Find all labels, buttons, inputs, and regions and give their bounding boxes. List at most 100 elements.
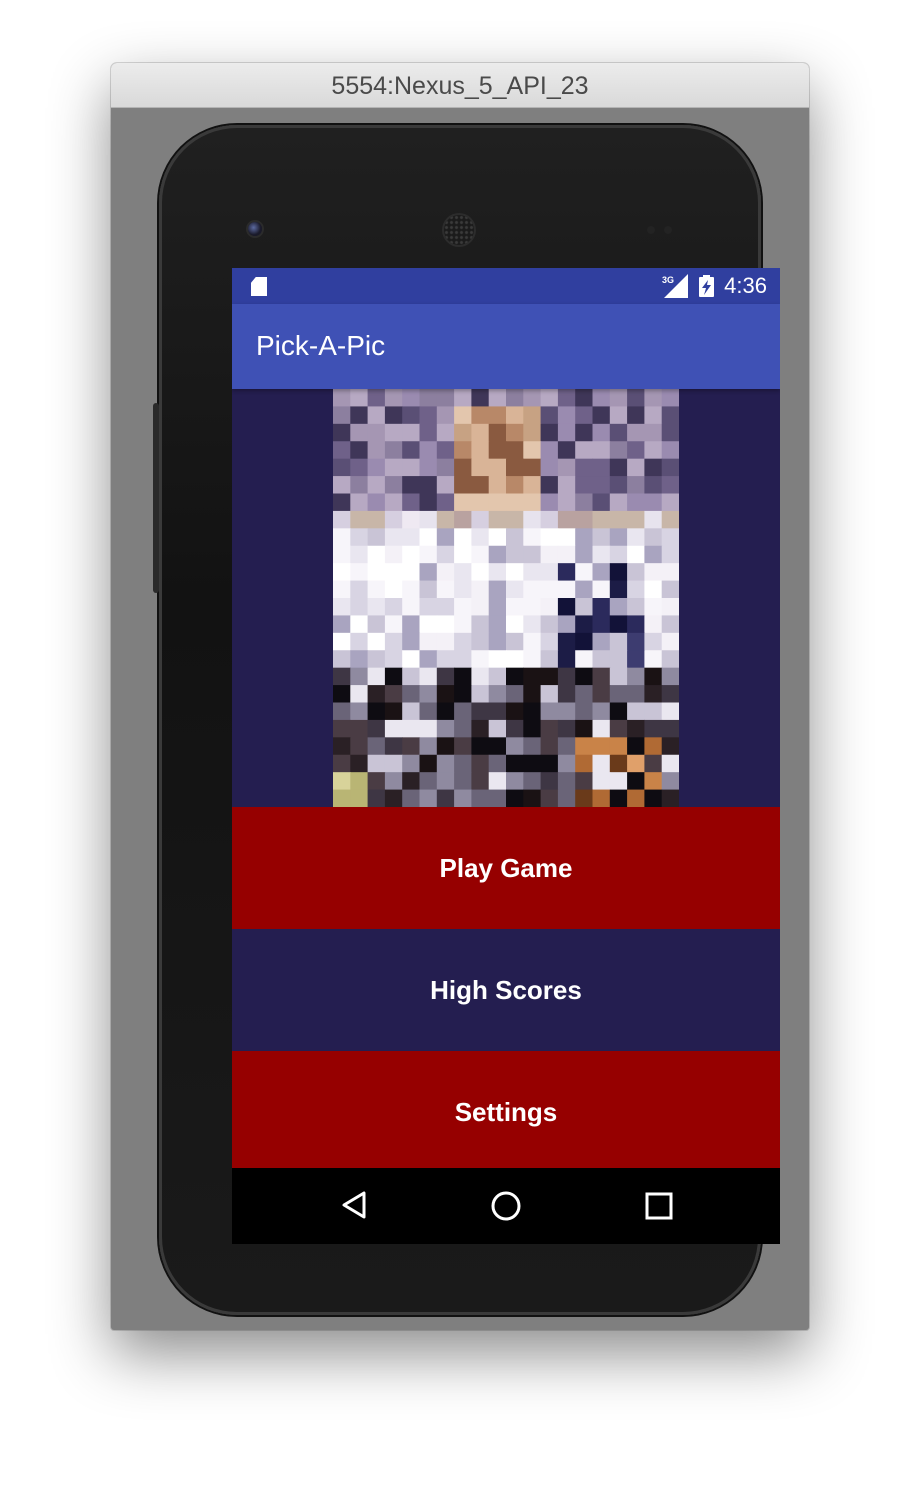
mosaic-tile [609, 406, 628, 425]
mosaic-tile [506, 667, 524, 686]
home-icon[interactable] [490, 1190, 522, 1222]
mosaic-tile [350, 389, 369, 408]
mosaic-tile [488, 423, 507, 442]
mosaic-tile [592, 510, 611, 529]
mosaic-tile [454, 667, 472, 686]
mosaic-tile [402, 667, 421, 686]
mosaic-tile [454, 702, 472, 721]
mosaic-tile [627, 423, 645, 442]
mosaic-tile [609, 650, 628, 669]
mosaic-tile [471, 632, 490, 651]
mosaic-tile [557, 667, 576, 686]
mosaic-tile [592, 528, 611, 547]
mosaic-tile [557, 719, 576, 738]
mosaic-tile [575, 563, 594, 582]
mosaic-tile [557, 510, 576, 529]
mosaic-tile [488, 510, 507, 529]
mosaic-tile [367, 685, 386, 704]
mosaic-tile [557, 702, 576, 721]
mosaic-tile [367, 528, 386, 547]
mosaic-tile [540, 510, 559, 529]
mosaic-tile [350, 441, 369, 460]
mosaic-tile [333, 545, 351, 564]
mosaic-tile [350, 789, 369, 807]
mosaic-tile [540, 423, 559, 442]
mosaic-tile [367, 702, 386, 721]
mosaic-tile [454, 650, 472, 669]
mosaic-tile [333, 476, 351, 495]
high-scores-button[interactable]: High Scores [232, 929, 780, 1051]
mosaic-tile [384, 389, 403, 408]
mosaic-tile [644, 580, 663, 599]
mosaic-tile [557, 598, 576, 617]
mosaic-tile [436, 754, 455, 773]
mosaic-tile [575, 476, 594, 495]
mosaic-tile [333, 650, 351, 669]
sensor-icon [664, 226, 672, 234]
mosaic-tile [575, 580, 594, 599]
mosaic-tile [506, 563, 524, 582]
mosaic-tile [557, 754, 576, 773]
mosaic-tile [592, 737, 611, 756]
front-camera-icon [248, 222, 262, 236]
volume-button[interactable] [153, 403, 159, 593]
mosaic-tile [350, 685, 369, 704]
mosaic-tile [454, 754, 472, 773]
mosaic-tile [436, 685, 455, 704]
mosaic-tile [436, 458, 455, 477]
mosaic-tile [661, 563, 679, 582]
mosaic-tile [575, 458, 594, 477]
mosaic-tile [506, 528, 524, 547]
mosaic-tile [540, 458, 559, 477]
mosaic-tile [575, 772, 594, 791]
mosaic-tile [592, 754, 611, 773]
mosaic-tile [419, 406, 438, 425]
recents-icon[interactable] [645, 1192, 673, 1220]
mosaic-tile [419, 510, 438, 529]
mosaic-tile [644, 528, 663, 547]
mosaic-tile [436, 789, 455, 807]
mosaic-tile [557, 545, 576, 564]
mosaic-tile [627, 545, 645, 564]
mosaic-tile [350, 493, 369, 512]
mosaic-tile [454, 441, 472, 460]
mosaic-tile [609, 789, 628, 807]
mosaic-tile [575, 754, 594, 773]
mosaic-tile [575, 493, 594, 512]
mosaic-tile [488, 772, 507, 791]
mosaic-tile [523, 580, 542, 599]
mosaic-tile [384, 685, 403, 704]
mosaic-tile [436, 545, 455, 564]
mosaic-tile [384, 458, 403, 477]
mosaic-tile [609, 458, 628, 477]
play-game-button[interactable]: Play Game [232, 807, 780, 929]
mosaic-tile [402, 685, 421, 704]
mosaic-tile [471, 510, 490, 529]
mosaic-tile [575, 598, 594, 617]
mosaic-tile [644, 685, 663, 704]
back-icon[interactable] [340, 1190, 368, 1220]
mosaic-tile [540, 685, 559, 704]
mosaic-tile [627, 632, 645, 651]
mosaic-tile [627, 615, 645, 634]
mosaic-tile [350, 458, 369, 477]
mosaic-tile [402, 598, 421, 617]
mosaic-tile [419, 772, 438, 791]
mosaic-tile [609, 772, 628, 791]
mosaic-tile [523, 754, 542, 773]
mosaic-tile [419, 615, 438, 634]
mosaic-tile [488, 650, 507, 669]
mosaic-tile [661, 528, 679, 547]
mosaic-tile [471, 580, 490, 599]
mosaic-tile [540, 389, 559, 408]
settings-button[interactable]: Settings [232, 1051, 780, 1168]
mosaic-tile [333, 667, 351, 686]
mosaic-tile [454, 598, 472, 617]
mosaic-tile [644, 458, 663, 477]
mosaic-tile [436, 580, 455, 599]
mosaic-tile [540, 632, 559, 651]
mosaic-tile [350, 510, 369, 529]
mosaic-tile [436, 441, 455, 460]
mosaic-tile [333, 389, 351, 408]
mosaic-tile [592, 685, 611, 704]
